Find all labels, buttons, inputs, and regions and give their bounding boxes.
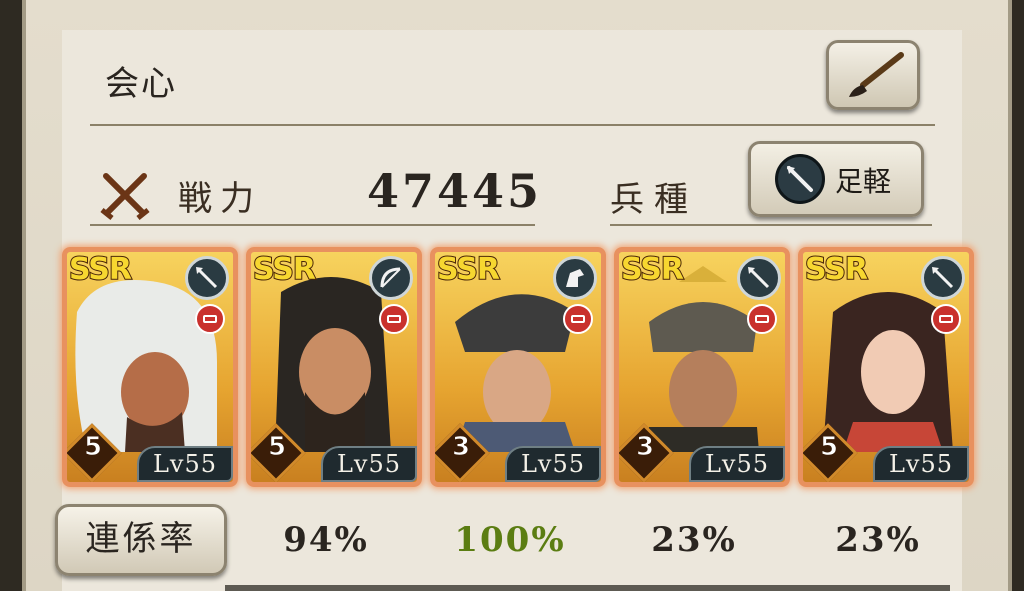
link-rate-value-3: 23% bbox=[651, 520, 737, 560]
rank-number: 3 bbox=[635, 432, 655, 463]
skill-badge-icon bbox=[931, 304, 961, 334]
link-rate-value-2: 100% bbox=[454, 520, 566, 560]
spear-icon bbox=[775, 154, 825, 204]
level-label: Lv55 bbox=[689, 446, 785, 482]
bottom-bar bbox=[225, 585, 950, 591]
troop-type-button[interactable]: 足軽 bbox=[748, 141, 924, 217]
general-card-3[interactable]: SSR 3 Lv55 bbox=[430, 247, 606, 487]
link-rate-button[interactable]: 連係率 bbox=[55, 504, 227, 576]
general-card-2[interactable]: SSR 5 Lv55 bbox=[246, 247, 422, 487]
link-rate-value-4: 23% bbox=[835, 520, 921, 560]
edit-name-button[interactable] bbox=[826, 40, 920, 110]
level-label: Lv55 bbox=[321, 446, 417, 482]
general-card-5[interactable]: SSR 5 Lv55 bbox=[798, 247, 974, 487]
rarity-label: SSR bbox=[252, 252, 317, 288]
divider-power bbox=[90, 224, 535, 226]
divider-top bbox=[90, 124, 935, 126]
level-label: Lv55 bbox=[873, 446, 969, 482]
rank-number: 5 bbox=[83, 432, 103, 463]
crossed-swords-icon bbox=[100, 173, 150, 220]
skill-badge-icon bbox=[563, 304, 593, 334]
skill-badge-icon bbox=[747, 304, 777, 334]
skill-badge-icon bbox=[195, 304, 225, 334]
power-value: 47445 bbox=[367, 164, 543, 218]
level-label: Lv55 bbox=[137, 446, 233, 482]
link-rate-value-1: 94% bbox=[283, 520, 369, 560]
rarity-label: SSR bbox=[804, 252, 869, 288]
rank-number: 3 bbox=[451, 432, 471, 463]
spear-icon bbox=[185, 256, 229, 300]
general-card-4[interactable]: SSR 3 Lv55 bbox=[614, 247, 790, 487]
rarity-label: SSR bbox=[436, 252, 501, 288]
bow-icon bbox=[369, 256, 413, 300]
skill-badge-icon bbox=[379, 304, 409, 334]
troop-type-label: 兵種 bbox=[610, 180, 698, 220]
power-label: 戦力 bbox=[178, 179, 262, 219]
rarity-label: SSR bbox=[620, 252, 685, 288]
horse-icon bbox=[553, 256, 597, 300]
spear-icon bbox=[921, 256, 965, 300]
level-label: Lv55 bbox=[505, 446, 601, 482]
brush-icon bbox=[849, 52, 904, 97]
rank-number: 5 bbox=[819, 432, 839, 463]
general-card-1[interactable]: SSR 5 Lv55 bbox=[62, 247, 238, 487]
team-name: 会心 bbox=[105, 64, 177, 104]
rank-number: 5 bbox=[267, 432, 287, 463]
troop-type-value: 足軽 bbox=[835, 165, 892, 198]
spear-icon bbox=[737, 256, 781, 300]
divider-type bbox=[610, 224, 932, 226]
rarity-label: SSR bbox=[68, 252, 133, 288]
